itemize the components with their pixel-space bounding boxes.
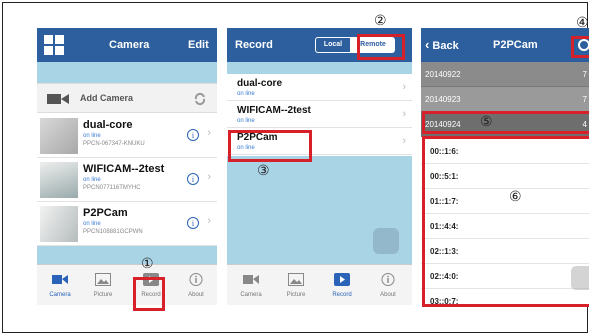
camera-name: dual-core [83, 119, 133, 131]
marker-4: ④ [576, 14, 589, 30]
camera-status: on line [83, 133, 101, 139]
camera-thumbnail [40, 162, 78, 198]
recording-count: 7 [582, 70, 587, 79]
list-footer-space [37, 246, 217, 264]
camera-row[interactable]: dual-core on line PPCN-067347-KNUKU i › [37, 114, 217, 158]
tab-label: About [380, 292, 396, 298]
camera-nav-bar: Camera Edit [37, 28, 217, 62]
picture-icon [288, 273, 304, 286]
chevron-right-icon: › [402, 108, 406, 120]
marker-2: ② [374, 12, 387, 28]
info-icon[interactable]: i [187, 129, 199, 141]
chevron-right-icon: › [207, 171, 211, 183]
device-name: dual-core [237, 78, 283, 89]
tab-record[interactable]: Record [323, 265, 361, 305]
tab-camera[interactable]: Camera [232, 265, 270, 305]
info-icon [381, 273, 395, 286]
header-spacer [227, 62, 412, 74]
camera-uid: PPCN-067347-KNUKU [83, 141, 145, 147]
device-status: on line [237, 91, 255, 97]
page-title: Record [235, 39, 273, 51]
record-play-icon [334, 273, 350, 286]
tab-label: Record [332, 292, 352, 298]
add-camera-label: Add Camera [80, 93, 134, 103]
info-icon[interactable]: i [187, 173, 199, 185]
camera-status: on line [83, 221, 101, 227]
tab-about[interactable]: About [177, 265, 215, 305]
tab-label: Picture [93, 292, 113, 298]
marker-6: ⑥ [509, 188, 522, 204]
camera-status: on line [83, 177, 101, 183]
camera-uid: PPCN108881GCPWN [83, 229, 143, 235]
camera-list-screen: Camera Edit Add Camera dual-core on line… [37, 28, 217, 305]
tab-picture[interactable]: Picture [84, 265, 122, 305]
info-icon [189, 273, 203, 286]
back-label: Back [432, 40, 459, 52]
picture-icon [95, 273, 111, 286]
add-camera-row[interactable]: Add Camera [37, 83, 217, 113]
recording-count: 7 [582, 95, 587, 104]
p2pcam-nav-bar: ‹ Back P2PCam [421, 28, 589, 62]
tab-bar: Camera Picture Record About [37, 264, 217, 305]
record-screen: Record Local Remote dual-core on line › … [227, 28, 412, 305]
page-title: P2PCam [493, 39, 538, 51]
camera-thumbnail [40, 118, 78, 154]
camera-name: WIFICAM--2test [83, 163, 165, 175]
chevron-right-icon: › [402, 81, 406, 93]
camera-thumbnail [40, 206, 78, 242]
marker-3: ③ [257, 162, 270, 178]
tab-bar: Camera Picture Record About [227, 264, 412, 305]
header-spacer [37, 62, 217, 83]
camera-row[interactable]: P2PCam on line PPCN108881GCPWN i › [37, 202, 217, 246]
tab-about[interactable]: About [369, 265, 407, 305]
assistive-touch-button[interactable] [373, 228, 399, 254]
highlight-recording-list [422, 136, 589, 307]
camera-name: P2PCam [83, 207, 128, 219]
marker-1: ① [141, 255, 154, 271]
tab-label: About [188, 292, 204, 298]
back-button[interactable]: ‹ Back [425, 28, 459, 63]
highlight-record-tab [133, 277, 165, 311]
camera-icon [52, 275, 68, 284]
device-row[interactable]: dual-core on line › [227, 74, 412, 101]
date-row[interactable]: 20140922 7 [421, 62, 589, 87]
device-status: on line [237, 118, 255, 124]
highlight-refresh-button [571, 36, 589, 58]
tab-label: Camera [240, 292, 262, 298]
edit-button[interactable]: Edit [188, 28, 209, 62]
tab-label: Picture [286, 292, 306, 298]
device-name: WIFICAM--2test [237, 105, 311, 116]
chevron-right-icon: › [402, 135, 406, 147]
chevron-right-icon: › [207, 127, 211, 139]
camera-uid: PPCN077116TMYHC [83, 185, 141, 191]
tab-camera[interactable]: Camera [41, 265, 79, 305]
chevron-left-icon: ‹ [425, 37, 430, 52]
device-row[interactable]: WIFICAM--2test on line › [227, 101, 412, 128]
highlight-remote-button [357, 34, 405, 60]
date-label: 20140922 [425, 70, 461, 79]
date-row[interactable]: 20140923 7 [421, 87, 589, 112]
camera-add-icon [47, 94, 69, 104]
page-title: Camera [109, 39, 150, 51]
tab-picture[interactable]: Picture [277, 265, 315, 305]
date-label: 20140923 [425, 95, 461, 104]
highlight-selected-date [422, 111, 589, 134]
chevron-right-icon: › [207, 215, 211, 227]
highlight-p2pcam-device [228, 130, 312, 162]
marker-5: ⑤ [480, 113, 493, 129]
refresh-icon[interactable] [193, 92, 207, 106]
grid-menu-icon[interactable] [43, 34, 65, 56]
tab-label: Camera [49, 292, 71, 298]
segment-local[interactable]: Local [315, 37, 351, 53]
camera-row[interactable]: WIFICAM--2test on line PPCN077116TMYHC i… [37, 158, 217, 202]
camera-icon [243, 275, 259, 284]
info-icon[interactable]: i [187, 217, 199, 229]
